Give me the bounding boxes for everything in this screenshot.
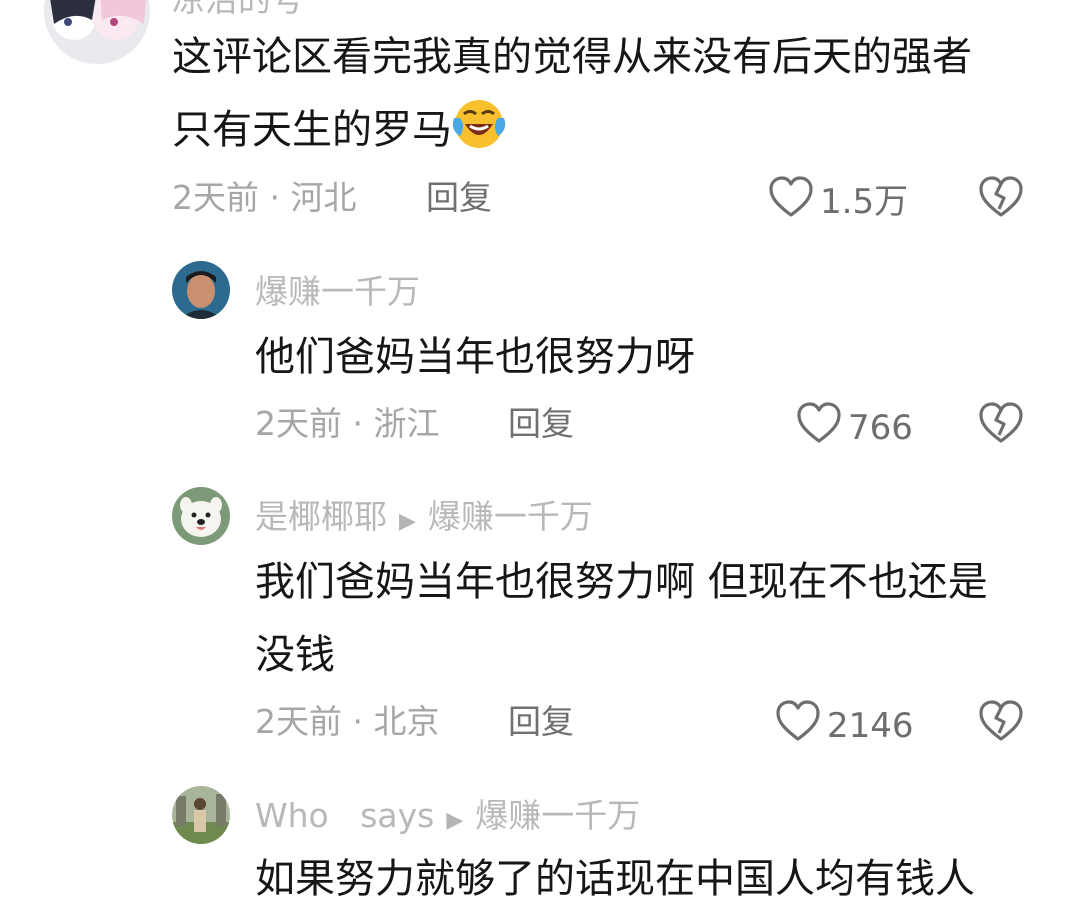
reply-3-reply-to[interactable]: 爆赚一千万: [475, 796, 640, 835]
top-comment-like-button[interactable]: 1.5万: [768, 176, 908, 227]
play-triangle-icon: ▶: [446, 808, 464, 833]
play-triangle-icon: ▶: [399, 509, 416, 534]
top-comment-avatar[interactable]: [44, 0, 150, 64]
reply-1-location: 浙江: [373, 404, 440, 443]
reply-2-text-line2: 没钱: [255, 632, 335, 678]
reply-2-reply-button[interactable]: 回复: [508, 702, 574, 742]
reply-2-location: 北京: [373, 702, 440, 741]
reply-3-text-line1: 如果努力就够了的话现在中国人均有钱人: [255, 856, 975, 902]
broken-heart-icon[interactable]: [978, 700, 1024, 746]
heart-outline-icon: [775, 700, 827, 751]
top-comment-reply-button[interactable]: 回复: [426, 178, 492, 218]
broken-heart-icon[interactable]: [978, 402, 1024, 448]
reply-1-reply-button[interactable]: 回复: [508, 404, 574, 444]
reply-1-time: 2天前: [255, 404, 342, 443]
top-comment-location: 河北: [290, 178, 357, 217]
heart-outline-icon: [796, 402, 848, 453]
top-comment-username[interactable]: 凉治的号: [172, 0, 304, 20]
reply-2-meta: 2天前 · 北京: [255, 702, 440, 742]
reply-3-avatar[interactable]: [172, 786, 230, 844]
reply-3-username[interactable]: Who says: [255, 796, 434, 835]
reply-2-header: 是椰椰耶 ▶ 爆赚一千万: [255, 497, 593, 542]
reply-2-like-button[interactable]: 2146: [775, 700, 914, 751]
reply-2-avatar[interactable]: [172, 487, 230, 545]
reply-2-text-line1: 我们爸妈当年也很努力啊 但现在不也还是: [255, 559, 988, 605]
broken-heart-icon[interactable]: [978, 176, 1024, 222]
reply-1-username[interactable]: 爆赚一千万: [255, 272, 420, 312]
heart-outline-icon: [768, 176, 820, 227]
meta-separator: ·: [269, 178, 281, 217]
reply-2-username[interactable]: 是椰椰耶: [255, 497, 387, 536]
reply-2-reply-to[interactable]: 爆赚一千万: [428, 497, 593, 536]
reply-3-header: Who says ▶ 爆赚一千万: [255, 796, 640, 841]
reply-1-like-button[interactable]: 766: [796, 402, 913, 453]
top-comment-text-line1: 这评论区看完我真的觉得从来没有后天的强者: [172, 34, 972, 80]
top-comment-like-count: 1.5万: [820, 181, 909, 222]
reply-1-meta: 2天前 · 浙江: [255, 404, 440, 444]
top-comment-meta: 2天前 · 河北: [172, 178, 357, 218]
top-comment-text-line2: 只有天生的罗马: [172, 107, 452, 153]
reply-2-like-count: 2146: [827, 705, 914, 746]
top-comment-time: 2天前: [172, 178, 259, 217]
reply-1-text: 他们爸妈当年也很努力呀: [255, 334, 695, 380]
reply-1-like-count: 766: [848, 407, 913, 448]
meta-separator: ·: [352, 702, 364, 741]
reply-2-time: 2天前: [255, 702, 342, 741]
top-comment-text-line2-wrap: 只有天生的罗马: [172, 96, 506, 168]
meta-separator: ·: [352, 404, 364, 443]
laughing-crying-emoji-icon: [452, 96, 506, 168]
reply-1-avatar[interactable]: [172, 261, 230, 319]
